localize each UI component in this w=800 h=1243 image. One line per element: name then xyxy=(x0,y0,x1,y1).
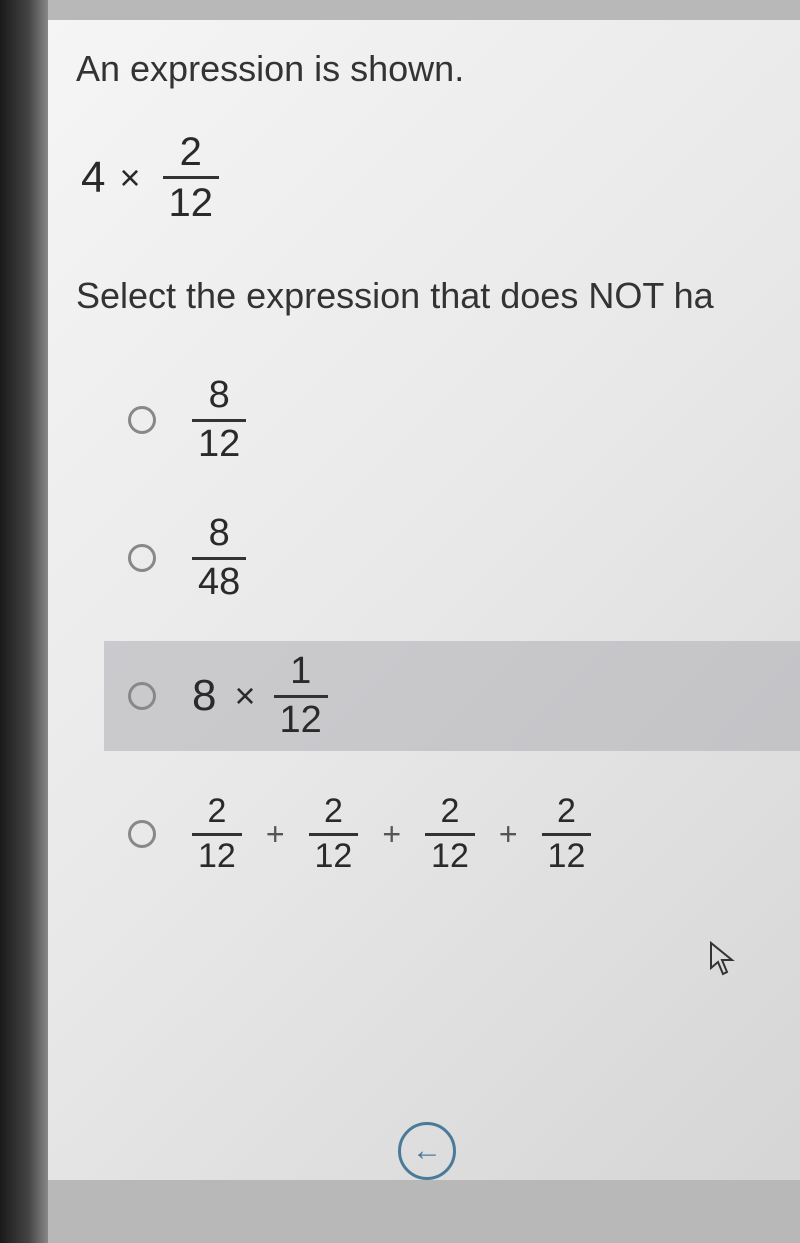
radio-b[interactable] xyxy=(128,544,156,572)
radio-c[interactable] xyxy=(128,682,156,710)
option-b-denominator: 48 xyxy=(192,557,246,604)
option-a-fraction: 8 12 xyxy=(192,375,246,466)
option-d-term-4: 2 12 xyxy=(542,793,592,875)
option-a-numerator: 8 xyxy=(203,375,236,419)
option-d-term-2: 2 12 xyxy=(309,793,359,875)
option-c-whole: 8 xyxy=(192,671,216,721)
question-instruction: Select the expression that does NOT ha xyxy=(76,275,800,317)
back-arrow-icon: ← xyxy=(412,1134,442,1168)
question-panel: An expression is shown. 4 × 2 12 Select … xyxy=(48,20,800,1180)
option-d-plus-2: + xyxy=(382,816,401,853)
option-d[interactable]: 2 12 + 2 12 + 2 12 + 2 xyxy=(116,779,800,889)
cursor-icon xyxy=(708,940,738,987)
expression-whole: 4 xyxy=(81,153,105,203)
given-expression: 4 × 2 12 xyxy=(76,130,800,225)
option-d-term-1: 2 12 xyxy=(192,793,242,875)
option-b[interactable]: 8 48 xyxy=(116,503,800,613)
option-d-plus-3: + xyxy=(499,816,518,853)
option-b-fraction: 8 48 xyxy=(192,513,246,604)
screen-edge xyxy=(0,0,48,1243)
option-c-operator: × xyxy=(234,675,255,717)
option-c-fraction: 1 12 xyxy=(274,651,328,742)
option-a-denominator: 12 xyxy=(192,419,246,466)
expression-denominator: 12 xyxy=(163,176,220,225)
expression-fraction: 2 12 xyxy=(163,130,220,225)
option-c-numerator: 1 xyxy=(284,651,317,695)
expression-operator: × xyxy=(119,157,140,199)
option-c-denominator: 12 xyxy=(274,695,328,742)
option-a[interactable]: 8 12 xyxy=(116,365,800,475)
answer-options: 8 12 8 48 8 × xyxy=(76,365,800,889)
option-b-numerator: 8 xyxy=(203,513,236,557)
radio-d[interactable] xyxy=(128,820,156,848)
option-d-term-3: 2 12 xyxy=(425,793,475,875)
question-prompt: An expression is shown. xyxy=(76,48,800,90)
option-d-plus-1: + xyxy=(266,816,285,853)
expression-numerator: 2 xyxy=(174,130,208,176)
radio-a[interactable] xyxy=(128,406,156,434)
back-button[interactable]: ← xyxy=(398,1122,456,1180)
option-c[interactable]: 8 × 1 12 xyxy=(104,641,800,751)
